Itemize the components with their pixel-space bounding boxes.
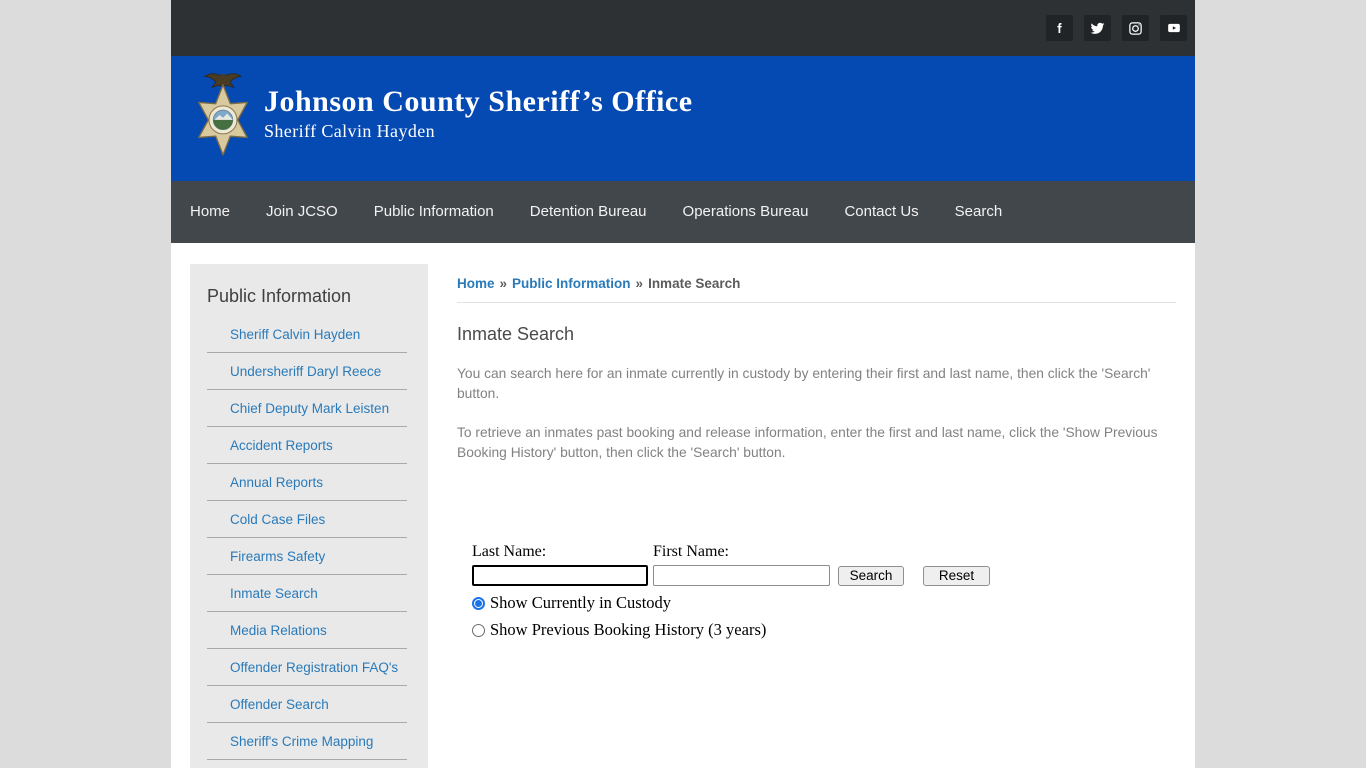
- instagram-icon: [1128, 21, 1143, 36]
- form-field-row: Search Reset: [472, 565, 1176, 586]
- nav-item-search[interactable]: Search: [937, 181, 1021, 243]
- last-name-label: Last Name:: [472, 543, 547, 560]
- nav-item-operations-bureau[interactable]: Operations Bureau: [665, 181, 827, 243]
- breadcrumb: Home » Public Information » Inmate Search: [457, 276, 1176, 303]
- nav-item-home[interactable]: Home: [172, 181, 248, 243]
- sidebar-item-media-relations[interactable]: Media Relations: [207, 612, 407, 649]
- sheriff-badge-logo: [198, 73, 248, 156]
- sidebar-item-sheriff-calvin-hayden[interactable]: Sheriff Calvin Hayden: [207, 316, 407, 353]
- nav-item-detention-bureau[interactable]: Detention Bureau: [512, 181, 665, 243]
- first-name-input[interactable]: [653, 565, 830, 586]
- sidebar-item-sheriffs-office-history[interactable]: Sheriff's Office History: [207, 760, 407, 768]
- twitter-button[interactable]: [1084, 15, 1111, 41]
- facebook-icon: [1053, 21, 1067, 35]
- site-title: Johnson County Sheriff’s Office: [264, 85, 693, 118]
- radio-row-previous-booking-history: Show Previous Booking History (3 years): [472, 620, 1176, 640]
- sidebar-item-sheriffs-crime-mapping[interactable]: Sheriff's Crime Mapping: [207, 723, 407, 760]
- sidebar-item-cold-case-files[interactable]: Cold Case Files: [207, 501, 407, 538]
- sidebar-title: Public Information: [207, 286, 352, 306]
- masthead: Johnson County Sheriff’s Office Sheriff …: [171, 56, 1195, 181]
- sidebar-item-firearms-safety[interactable]: Firearms Safety: [207, 538, 407, 575]
- breadcrumb-separator: »: [635, 276, 644, 291]
- sidebar-item-chief-deputy-mark-leisten[interactable]: Chief Deputy Mark Leisten: [207, 390, 407, 427]
- nav-item-contact-us[interactable]: Contact Us: [826, 181, 936, 243]
- last-name-input[interactable]: [472, 565, 648, 586]
- search-button[interactable]: Search: [838, 565, 904, 586]
- currently-in-custody-radio[interactable]: [472, 596, 485, 610]
- main-column: Home » Public Information » Inmate Search In…: [428, 243, 1195, 768]
- intro-paragraph-2: To retrieve an inmates past booking and …: [457, 425, 1158, 460]
- nav-item-public-information[interactable]: Public Information: [356, 181, 512, 243]
- content-area: Public Information Sheriff Calvin Hayden…: [171, 243, 1195, 768]
- breadcrumb-current-page: Inmate Search: [648, 276, 741, 291]
- breadcrumb-public-information-link[interactable]: Public Information: [512, 276, 631, 291]
- nav-item-join-jcso[interactable]: Join JCSO: [248, 181, 356, 243]
- sidebar-item-undersheriff-daryl-reece[interactable]: Undersheriff Daryl Reece: [207, 353, 407, 390]
- instagram-button[interactable]: [1122, 15, 1149, 41]
- breadcrumb-separator: »: [499, 276, 508, 291]
- youtube-icon: [1166, 21, 1182, 35]
- form-label-row: Last Name: First Name:: [472, 543, 1176, 561]
- page-container: Johnson County Sheriff’s Office Sheriff …: [171, 0, 1195, 768]
- radio-row-currently-in-custody: Show Currently in Custody: [472, 593, 1176, 613]
- main-navigation: Home Join JCSO Public Information Detent…: [171, 181, 1195, 243]
- intro-paragraph-1: You can search here for an inmate curren…: [457, 366, 1151, 401]
- sidebar-item-annual-reports[interactable]: Annual Reports: [207, 464, 407, 501]
- facebook-button[interactable]: [1046, 15, 1073, 41]
- sidebar-item-accident-reports[interactable]: Accident Reports: [207, 427, 407, 464]
- site-subtitle: Sheriff Calvin Hayden: [264, 121, 436, 141]
- sidebar-item-offender-registration-faqs[interactable]: Offender Registration FAQ's: [207, 649, 407, 686]
- page-title: Inmate Search: [457, 324, 575, 344]
- previous-booking-history-radio[interactable]: [472, 623, 485, 637]
- currently-in-custody-label: Show Currently in Custody: [490, 593, 672, 612]
- twitter-icon: [1090, 21, 1105, 36]
- masthead-text: Johnson County Sheriff’s Office Sheriff …: [264, 85, 693, 142]
- first-name-label: First Name:: [653, 543, 729, 560]
- sidebar-item-inmate-search[interactable]: Inmate Search: [207, 575, 407, 612]
- breadcrumb-home-link[interactable]: Home: [457, 276, 495, 291]
- top-social-bar: [171, 0, 1195, 56]
- sidebar-item-offender-search[interactable]: Offender Search: [207, 686, 407, 723]
- youtube-button[interactable]: [1160, 15, 1187, 41]
- reset-button[interactable]: Reset: [923, 565, 990, 586]
- previous-booking-history-label: Show Previous Booking History (3 years): [490, 620, 767, 639]
- inmate-search-form: Last Name: First Name: Search Reset Show…: [472, 543, 1176, 640]
- public-information-sidebar: Public Information Sheriff Calvin Hayden…: [190, 264, 428, 768]
